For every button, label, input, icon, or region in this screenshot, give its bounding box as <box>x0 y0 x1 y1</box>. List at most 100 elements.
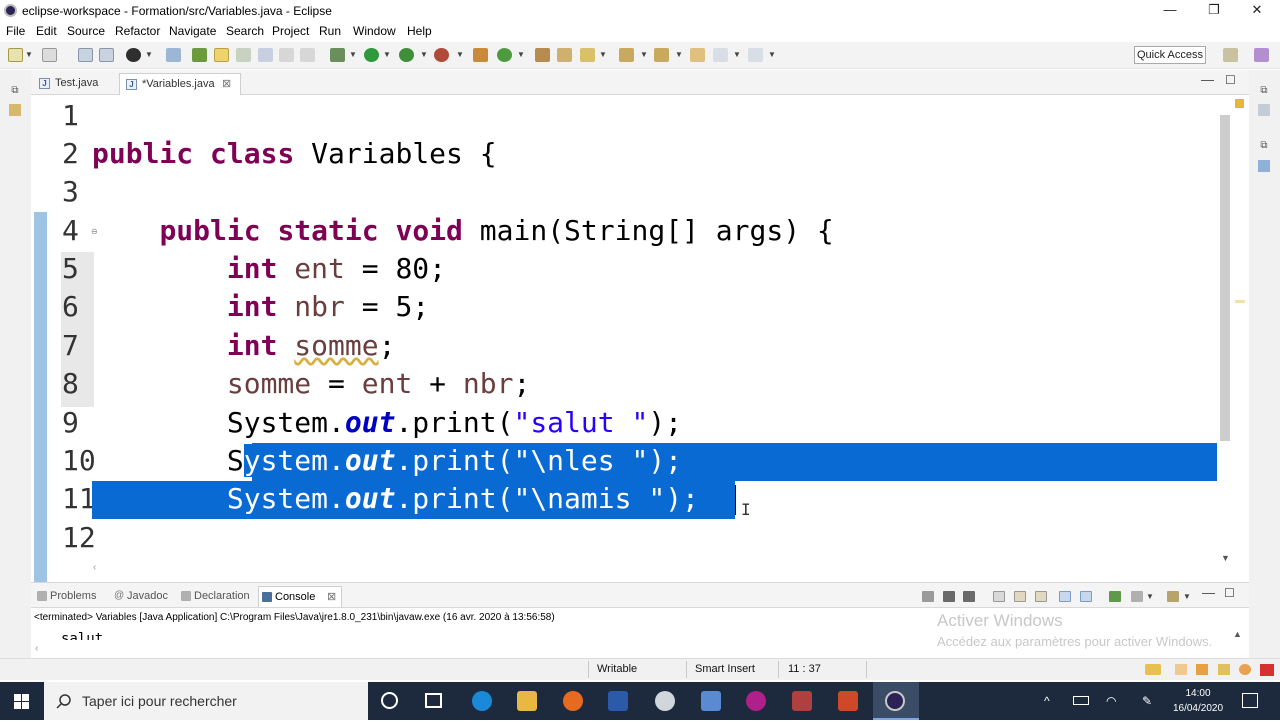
warning-marker-icon[interactable] <box>1235 99 1244 108</box>
editor-vertical-scrollbar[interactable]: ▼ <box>1217 113 1231 563</box>
display-console-icon[interactable] <box>1131 591 1143 602</box>
console-output[interactable]: salut <box>61 630 103 640</box>
new-java-project-icon[interactable] <box>473 48 488 62</box>
open-console-icon[interactable] <box>1167 591 1179 602</box>
show-on-stderr-icon[interactable] <box>1080 591 1092 602</box>
restore-button[interactable]: ❐ <box>1191 0 1237 22</box>
word-icon[interactable] <box>608 691 628 711</box>
save-all-icon[interactable] <box>99 48 114 62</box>
minimize-view-icon[interactable]: — <box>1202 585 1215 600</box>
action-center-icon[interactable] <box>1242 693 1258 708</box>
battery-icon[interactable] <box>1073 696 1089 705</box>
chevron-down-icon[interactable]: ▼ <box>675 50 683 59</box>
remove-launch-icon[interactable] <box>943 591 955 602</box>
edge-icon[interactable] <box>472 691 492 711</box>
new-icon[interactable] <box>8 48 23 62</box>
show-whitespace-icon[interactable] <box>258 48 273 62</box>
scroll-left-icon[interactable]: ‹ <box>93 562 96 573</box>
tab-variables-java[interactable]: J *Variables.java ⊠ <box>119 73 241 95</box>
menu-edit[interactable]: Edit <box>36 24 57 38</box>
tab-console[interactable]: Console ⊠ <box>258 586 342 607</box>
chevron-down-icon[interactable]: ▼ <box>768 50 776 59</box>
tray-icon[interactable] <box>1196 664 1208 675</box>
tray-icon[interactable] <box>1260 664 1274 676</box>
java-perspective-icon[interactable] <box>1254 48 1269 62</box>
menu-window[interactable]: Window <box>353 24 396 38</box>
chevron-down-icon[interactable]: ▼ <box>733 50 741 59</box>
menu-navigate[interactable]: Navigate <box>169 24 216 38</box>
pen-icon[interactable]: ✎ <box>1142 694 1152 708</box>
scroll-left-icon[interactable]: ‹ <box>35 643 38 654</box>
save-icon[interactable] <box>78 48 93 62</box>
chevron-down-icon[interactable]: ▼ <box>383 50 391 59</box>
package-explorer-icon[interactable] <box>9 104 21 116</box>
quick-access-input[interactable]: Quick Access <box>1134 46 1206 64</box>
powerpoint-icon[interactable] <box>838 691 858 711</box>
file-explorer-icon[interactable] <box>517 691 537 711</box>
tab-problems[interactable]: Problems <box>34 586 104 607</box>
block-selection-icon[interactable] <box>236 48 251 62</box>
minimize-view-icon[interactable]: — <box>1201 72 1214 87</box>
open-perspective-icon[interactable] <box>1223 48 1238 62</box>
menu-source[interactable]: Source <box>67 24 105 38</box>
menu-refactor[interactable]: Refactor <box>115 24 160 38</box>
restore-view-icon[interactable]: ⧉ <box>9 85 21 97</box>
pin-console-icon[interactable] <box>1109 591 1121 602</box>
chevron-down-icon[interactable]: ▼ <box>1183 592 1191 601</box>
restore-view-icon[interactable]: ⧉ <box>1258 85 1270 97</box>
scroll-down-icon[interactable]: ▼ <box>1221 553 1230 563</box>
chevron-up-icon[interactable]: ^ <box>1044 694 1050 708</box>
highlight-icon[interactable] <box>214 48 229 62</box>
search-icon[interactable] <box>580 48 595 62</box>
remove-all-launches-icon[interactable] <box>963 591 975 602</box>
editor-horizontal-scrollbar[interactable]: ‹ <box>91 561 1217 575</box>
chevron-down-icon[interactable]: ▼ <box>640 50 648 59</box>
scroll-up-icon[interactable]: ▲ <box>1233 629 1242 639</box>
run-icon[interactable] <box>364 48 379 62</box>
minimize-button[interactable]: — <box>1147 0 1193 22</box>
warning-marker-icon[interactable] <box>1235 300 1245 303</box>
forward-icon[interactable] <box>748 48 763 62</box>
open-icon[interactable] <box>42 48 57 62</box>
app-icon[interactable] <box>701 691 721 711</box>
chevron-down-icon[interactable]: ▼ <box>25 50 33 59</box>
open-task-icon[interactable] <box>557 48 572 62</box>
menu-project[interactable]: Project <box>272 24 309 38</box>
coverage-icon[interactable] <box>399 48 414 62</box>
firefox-icon[interactable] <box>563 691 583 711</box>
build-icon[interactable] <box>126 48 141 62</box>
next-annotation-icon[interactable] <box>619 48 634 62</box>
open-type-icon[interactable] <box>535 48 550 62</box>
task-list-icon[interactable] <box>1258 104 1270 116</box>
maximize-view-icon[interactable]: ☐ <box>1225 73 1236 87</box>
tray-icon[interactable] <box>1239 664 1251 675</box>
chevron-down-icon[interactable]: ▼ <box>599 50 607 59</box>
tab-declaration[interactable]: Declaration <box>178 586 254 607</box>
back-icon[interactable] <box>713 48 728 62</box>
previous-annotation-icon[interactable] <box>654 48 669 62</box>
start-button[interactable] <box>0 682 44 720</box>
cortana-icon[interactable] <box>381 692 398 709</box>
tab-test-java[interactable]: J Test.java <box>33 73 113 95</box>
maximize-view-icon[interactable]: ☐ <box>1224 586 1235 600</box>
toggle-mark-icon[interactable] <box>192 48 207 62</box>
scroll-lock-icon[interactable] <box>1014 591 1026 602</box>
tab-javadoc[interactable]: @ Javadoc <box>111 586 171 607</box>
restore-view-icon[interactable]: ⧉ <box>1258 140 1270 152</box>
new-class-icon[interactable] <box>497 48 512 62</box>
taskbar-search-box[interactable]: Taper ici pour rechercher <box>44 682 368 720</box>
chevron-down-icon[interactable]: ▼ <box>145 50 153 59</box>
tray-icon[interactable] <box>1175 664 1187 675</box>
app-icon[interactable] <box>792 691 812 711</box>
menu-search[interactable]: Search <box>226 24 264 38</box>
close-tab-icon[interactable]: ⊠ <box>222 74 231 94</box>
code-editor[interactable]: 1 2 3 4 5 6 7 8 9 10 11 12 ⊖ public clas… <box>31 95 1249 655</box>
close-tab-icon[interactable]: ⊠ <box>327 587 336 607</box>
show-on-stdout-icon[interactable] <box>1059 591 1071 602</box>
chevron-down-icon[interactable]: ▼ <box>517 50 525 59</box>
outline-icon[interactable] <box>1258 160 1270 172</box>
skip-breakpoints-icon[interactable] <box>166 48 181 62</box>
app-icon[interactable] <box>655 691 675 711</box>
menu-file[interactable]: File <box>6 24 25 38</box>
external-tools-icon[interactable] <box>434 48 449 62</box>
